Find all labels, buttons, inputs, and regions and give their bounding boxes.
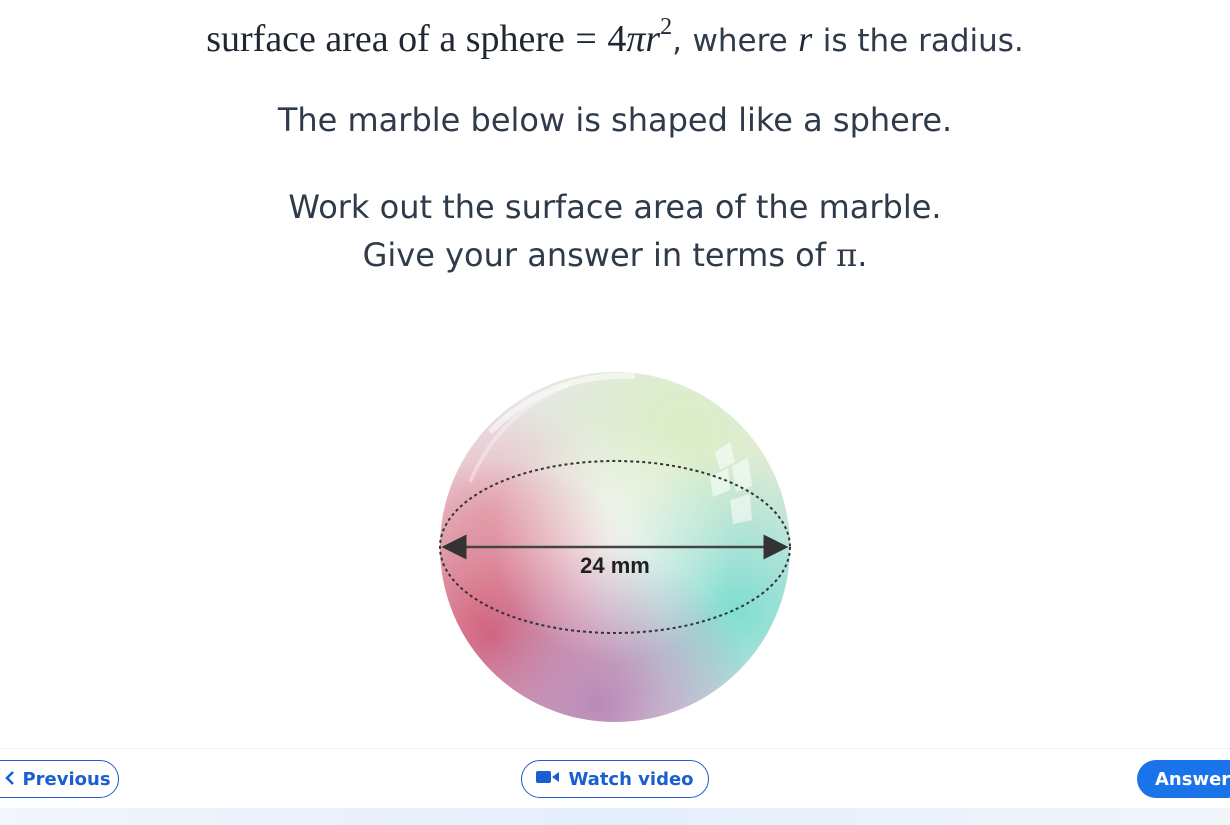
watch-video-button[interactable]: Watch video (521, 760, 709, 798)
previous-label: Previous (22, 768, 111, 790)
formula-where-text: where (692, 23, 788, 59)
formula-equals: = (575, 18, 597, 60)
footer-divider (0, 748, 1230, 749)
video-camera-icon (536, 769, 560, 790)
formula-line: surface area of a sphere = 4πr2, where r… (0, 2, 1230, 66)
question-line-2: Work out the surface area of the marble. (288, 188, 942, 226)
formula-variable: r (645, 18, 661, 60)
previous-button[interactable]: Previous (0, 760, 119, 798)
formula-where-variable: r (798, 19, 813, 59)
chevron-left-icon (4, 767, 16, 791)
formula-comma: , (672, 23, 683, 59)
question-pi: π (836, 236, 858, 274)
question-line-3: Give your answer in terms of π. (0, 231, 1230, 279)
formula-lhs: surface area of a sphere (206, 18, 565, 60)
footer-strip (0, 808, 1230, 825)
answer-button[interactable]: Answer (1137, 760, 1230, 798)
formula-where-tail: is the radius. (822, 23, 1024, 59)
marble-diagram: 24 mm (430, 362, 800, 732)
answer-label: Answer (1155, 768, 1230, 790)
marble-sphere: 24 mm (439, 372, 791, 722)
formula-pi: π (626, 18, 646, 60)
formula-exponent: 2 (660, 14, 673, 40)
formula-coefficient: 4 (607, 18, 627, 60)
question-line-3-prefix: Give your answer in terms of (362, 236, 826, 274)
formula-rhs: 4πr2 (607, 14, 672, 60)
question-line-1: The marble below is shaped like a sphere… (277, 101, 953, 139)
diameter-label: 24 mm (580, 553, 650, 578)
watch-video-label: Watch video (568, 768, 694, 790)
question-line-3-suffix: . (857, 236, 868, 274)
